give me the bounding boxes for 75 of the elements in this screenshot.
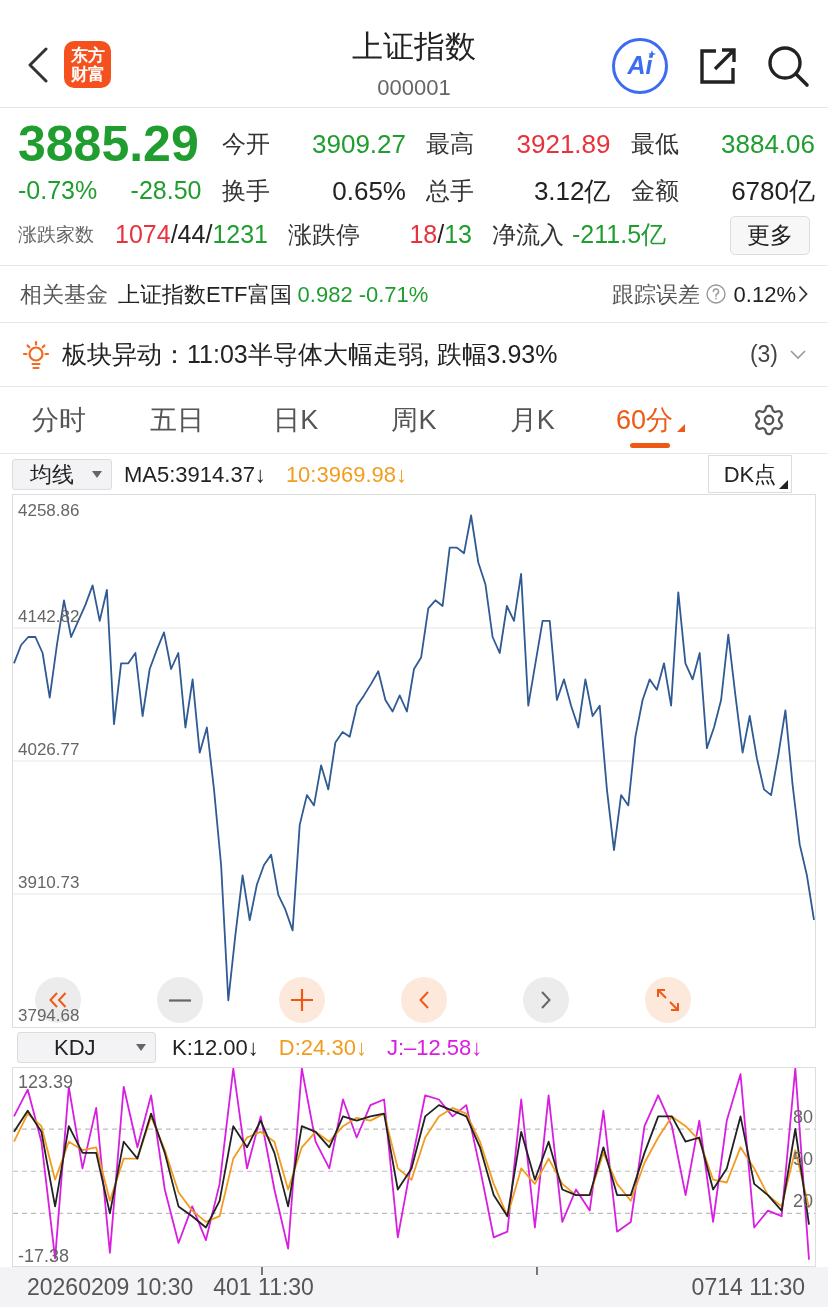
indicator-reading: J:–12.58↓ bbox=[386, 1034, 483, 1062]
change-amount: -28.50 bbox=[130, 175, 202, 207]
y-min-label: -17.38 bbox=[18, 1246, 70, 1266]
stat-value: 3921.89 bbox=[516, 127, 611, 161]
scroll-left-button[interactable] bbox=[401, 977, 447, 1023]
sun-icon bbox=[22, 339, 50, 370]
limit-label: 涨跌停 bbox=[288, 220, 360, 250]
indicator-reading: 10:3969.98↓ bbox=[285, 460, 407, 489]
indicator-dropdown[interactable]: KDJ bbox=[17, 1032, 156, 1063]
stat-value: 3884.06 bbox=[721, 127, 815, 161]
alert-count: (3) bbox=[749, 340, 778, 370]
breadth-label: 涨跌家数 bbox=[18, 222, 94, 247]
change-percent: -0.73% bbox=[18, 175, 98, 207]
dk-point-button[interactable]: DK点 bbox=[708, 455, 792, 493]
stat-value: 6780亿 bbox=[731, 174, 815, 208]
selected-underline bbox=[630, 443, 671, 448]
chevron-left-icon bbox=[419, 991, 429, 1009]
stat-value: 3.12亿 bbox=[533, 174, 611, 208]
period-tab[interactable]: 五日 bbox=[118, 387, 237, 453]
caret-icon bbox=[136, 1044, 146, 1051]
fullscreen-button[interactable] bbox=[645, 977, 691, 1023]
y-max-label: 123.39 bbox=[18, 1072, 74, 1092]
period-tab[interactable]: 月K bbox=[473, 387, 592, 453]
net-inflow-label: 净流入 bbox=[492, 220, 564, 250]
net-inflow-value: -211.5亿 bbox=[572, 219, 667, 251]
period-tab[interactable]: 分时 bbox=[0, 387, 119, 453]
caret-icon bbox=[92, 470, 102, 478]
zoom-in-button[interactable] bbox=[279, 977, 325, 1023]
page-title: 上证指数 bbox=[352, 28, 476, 66]
ai-button[interactable]: Ai bbox=[612, 37, 668, 94]
y-max-label: 4258.86 bbox=[18, 501, 80, 520]
chevron-right-icon bbox=[541, 991, 551, 1009]
time-axis-label: 401 11:30 bbox=[213, 1272, 314, 1302]
chevron-right-icon[interactable] bbox=[798, 285, 808, 303]
minus-icon bbox=[169, 998, 191, 1002]
stock-code: 000001 bbox=[377, 75, 451, 101]
time-axis-label: 20260209 10:30 bbox=[27, 1272, 194, 1302]
y-axis-label: 4026.77 bbox=[18, 740, 80, 759]
fund-name: 上证指数ETF富国 bbox=[118, 280, 292, 309]
fund-price: 0.982 bbox=[297, 280, 353, 309]
indicator-dropdown[interactable]: 均线 bbox=[12, 458, 112, 490]
corner-triangle-icon bbox=[779, 480, 788, 489]
indicator-reading: K:12.00↓ bbox=[172, 1034, 259, 1062]
indicator-reading: D:24.30↓ bbox=[278, 1034, 367, 1062]
y-min-label: 3794.68 bbox=[18, 1006, 80, 1025]
indicator-reading: MA5:3914.37↓ bbox=[124, 460, 266, 489]
expand-icon bbox=[657, 989, 679, 1011]
stat-label: 金额 bbox=[630, 176, 679, 206]
search-icon[interactable] bbox=[766, 43, 810, 88]
stat-label: 最低 bbox=[630, 129, 679, 159]
app-logo: 东方 财富 bbox=[64, 41, 111, 88]
stat-label: 总手 bbox=[426, 176, 474, 206]
chevron-down-icon[interactable] bbox=[790, 349, 806, 360]
fund-change: -0.71% bbox=[358, 280, 429, 309]
tracking-error-label: 跟踪误差 bbox=[611, 280, 700, 309]
stat-label: 最高 bbox=[426, 129, 474, 159]
fund-section-label: 相关基金 bbox=[20, 280, 108, 309]
stat-label: 换手 bbox=[221, 176, 270, 206]
alert-text[interactable]: 板块异动：11:03半导体大幅走弱, 跌幅3.93% bbox=[62, 335, 558, 374]
time-axis-label: 0714 11:30 bbox=[691, 1272, 805, 1302]
stat-value: 3909.27 bbox=[312, 127, 406, 161]
period-tab[interactable]: 周K bbox=[354, 387, 474, 453]
plus-icon bbox=[291, 989, 313, 1011]
back-icon[interactable] bbox=[27, 46, 49, 83]
limit-up-down-count: 18/13 bbox=[409, 219, 472, 251]
tracking-error-value: 0.12% bbox=[733, 280, 796, 309]
double-chevron-left-icon bbox=[49, 992, 67, 1008]
stat-label: 今开 bbox=[221, 129, 270, 159]
help-icon[interactable] bbox=[705, 284, 726, 304]
period-tab[interactable]: 日K bbox=[236, 387, 355, 453]
y-axis-label: 3910.73 bbox=[18, 873, 80, 892]
last-price: 3885.29 bbox=[18, 119, 200, 169]
more-button[interactable]: 更多 bbox=[730, 215, 810, 255]
advance-decline-count: 1074/44/1231 bbox=[115, 219, 268, 251]
stat-value: 0.65% bbox=[332, 174, 406, 208]
